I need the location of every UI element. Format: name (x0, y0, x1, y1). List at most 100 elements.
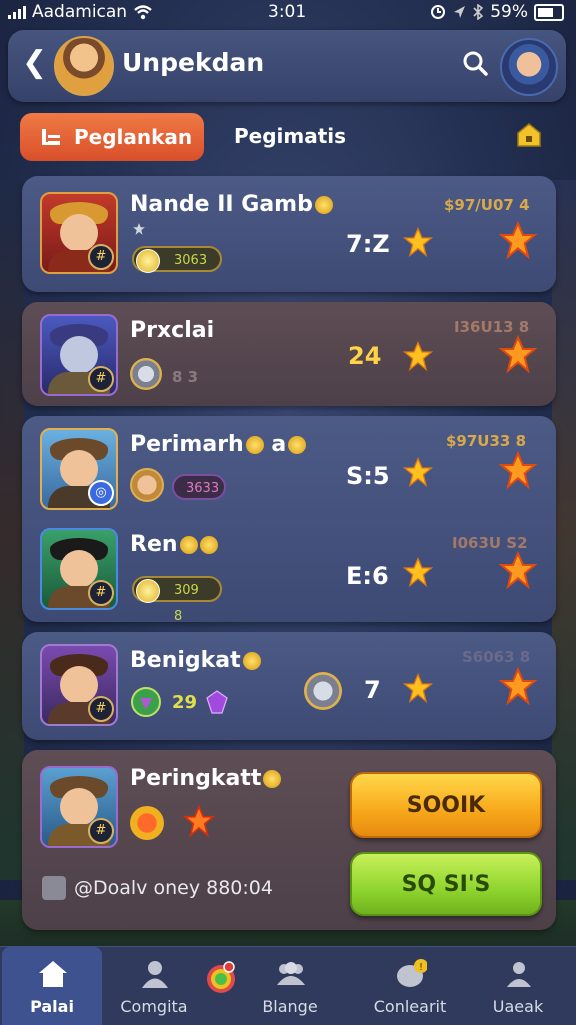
reward-star-icon (498, 666, 538, 706)
player-name: Peringkatt (130, 766, 282, 791)
crown-icon (242, 652, 261, 670)
home-badge-icon[interactable] (516, 122, 542, 148)
player-card-1[interactable]: # Nande II Gamb 3063 7:Z $97/U07 4 (22, 176, 556, 292)
crown-icon (199, 536, 218, 554)
player-coins: 8 3 (172, 368, 199, 386)
player-coins: 3633 (172, 474, 226, 500)
fire-medal-icon (130, 806, 164, 840)
reward-star-icon (498, 550, 538, 590)
player-score: E:6 (346, 562, 389, 590)
player-coins: 29 (172, 692, 198, 713)
bluetooth-icon (473, 4, 484, 20)
user-avatar[interactable] (54, 36, 114, 96)
rank-badge-icon: ◎ (88, 480, 114, 506)
nav-item-profile[interactable]: Uaeak (468, 947, 568, 1025)
person-icon (507, 962, 531, 987)
clock: 3:01 (268, 2, 307, 22)
star-icon (402, 340, 434, 372)
carrier-name: Aadamican (32, 2, 128, 22)
reward-star-icon (498, 334, 538, 374)
rainbow-ball-icon (207, 961, 235, 993)
nav-label: Uaeak (492, 997, 544, 1016)
player-coins: 3063 (132, 246, 222, 273)
player-portrait: # (40, 528, 118, 610)
page-title: Unpekdan (122, 48, 265, 77)
footer-text: @Doalv oney 880:04 (74, 877, 273, 899)
coin-icon (136, 249, 160, 273)
signal-icon (8, 5, 26, 19)
battery-icon (534, 3, 564, 21)
star-icon (402, 556, 434, 588)
player-card-2[interactable]: # Prxclai 8 3 24 I36U13 8 (22, 302, 556, 406)
crown-icon (263, 770, 282, 788)
ranking-tab-icon (42, 129, 60, 145)
nav-item-contacts[interactable]: ! Conlearit (360, 947, 460, 1025)
rank-badge-icon: # (88, 244, 114, 270)
player-name: Perimarh a (130, 432, 307, 457)
player-portrait: # (40, 192, 118, 274)
tab-pegimatis[interactable]: Pegimatis (234, 124, 346, 148)
background-left-decoration (0, 180, 24, 880)
player-portrait: # (40, 314, 118, 396)
crown-icon (314, 196, 333, 214)
reward-star-icon (498, 220, 538, 260)
player-score: 7:Z (346, 230, 390, 258)
chat-icon: ! (397, 959, 427, 987)
player-score: 7 (364, 676, 381, 704)
player-reward: $97U33 8 (446, 432, 527, 450)
player-name: Ren (130, 532, 218, 557)
status-bar: Aadamican 3:01 59% (0, 0, 576, 24)
nav-item-home[interactable]: Palai (2, 947, 102, 1025)
player-portrait: # (40, 766, 118, 848)
user-icon (142, 961, 168, 988)
player-card-4[interactable]: # Benigkat 29 7 S6063 8 (22, 632, 556, 740)
nav-item-groups[interactable]: Blange (240, 947, 340, 1025)
coin-icon (136, 579, 160, 603)
player-name: Prxclai (130, 318, 215, 343)
small-star-icon (133, 223, 145, 235)
tab-label: Peglankan (74, 125, 193, 149)
gem-icon (131, 687, 161, 717)
crown-icon (288, 436, 307, 454)
mini-avatar (130, 468, 164, 502)
player-name: Nande II Gamb (130, 192, 333, 217)
alarm-icon (431, 5, 446, 19)
player-portrait: # (40, 644, 118, 726)
star-icon (182, 804, 216, 838)
nav-label: Palai (30, 997, 74, 1016)
player-score: S:5 (346, 462, 390, 490)
player-name: Benigkat (130, 648, 261, 673)
crown-icon (245, 436, 264, 454)
home-icon (39, 961, 67, 987)
profile-icon (42, 876, 66, 900)
nav-label: Conlearit (373, 997, 447, 1016)
purple-gem-icon (206, 690, 228, 714)
profile-avatar[interactable] (500, 38, 558, 96)
svg-text:!: ! (419, 962, 423, 973)
player-reward: $97/U07 4 (444, 196, 530, 214)
rank-badge-icon: # (88, 696, 114, 722)
location-icon (454, 6, 466, 18)
player-coins: 309 8 (132, 576, 222, 624)
nav-label: Blange (262, 997, 318, 1016)
tab-peglankan[interactable]: Peglankan (20, 113, 204, 161)
footer-info: @Doalv oney 880:04 (42, 876, 273, 900)
silver-medal-icon (130, 358, 162, 390)
secondary-action-button[interactable]: SQ SI'S (350, 852, 542, 916)
battery-percent: 59% (490, 2, 528, 22)
rank-badge-icon: # (88, 818, 114, 844)
app-header: ❮ Unpekdan (8, 30, 566, 102)
rank-badge-icon: # (88, 366, 114, 392)
shield-medal-icon (304, 672, 342, 710)
wifi-icon (134, 5, 152, 20)
player-card-3[interactable]: ◎ Perimarh a 3633 S:5 $97U33 8 # Ren 309… (22, 416, 556, 624)
search-icon[interactable] (462, 50, 488, 76)
back-button[interactable]: ❮ (22, 48, 47, 78)
player-score: 24 (348, 342, 382, 370)
reward-star-icon (498, 450, 538, 490)
bottom-navigation: Palai Comgita Blange ! Conlearit Uaeak (0, 946, 576, 1025)
player-reward: S6063 8 (462, 648, 531, 666)
star-icon (402, 672, 434, 704)
primary-action-button[interactable]: SOOIK (350, 772, 542, 838)
rank-badge-icon: # (88, 580, 114, 606)
